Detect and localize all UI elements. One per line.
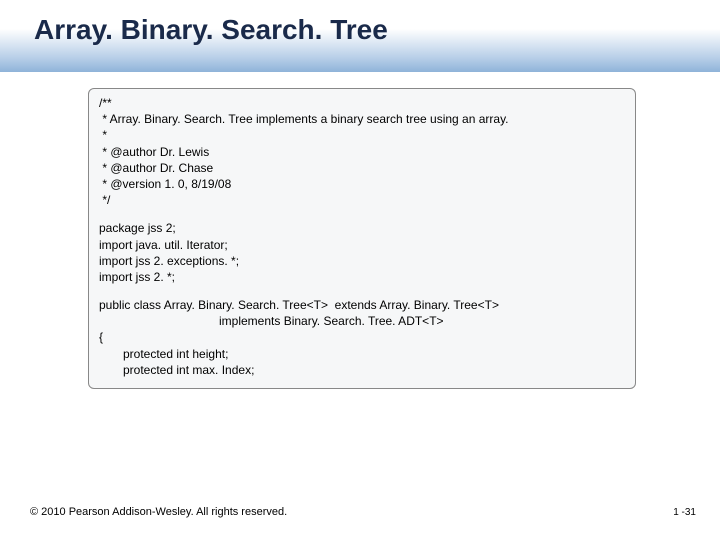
code-line: */: [99, 192, 625, 208]
code-line: implements Binary. Search. Tree. ADT<T>: [99, 313, 625, 329]
code-line: * @author Dr. Lewis: [99, 144, 625, 160]
class-definition-block: public class Array. Binary. Search. Tree…: [99, 297, 625, 378]
code-line: *: [99, 127, 625, 143]
code-line: * @version 1. 0, 8/19/08: [99, 176, 625, 192]
code-line: * @author Dr. Chase: [99, 160, 625, 176]
page-number: 1 -31: [673, 507, 696, 518]
code-line: * Array. Binary. Search. Tree implements…: [99, 111, 625, 127]
javadoc-comment-block: /** * Array. Binary. Search. Tree implem…: [99, 95, 625, 208]
code-line: /**: [99, 95, 625, 111]
copyright-text: © 2010 Pearson Addison-Wesley. All right…: [30, 506, 287, 518]
slide: Array. Binary. Search. Tree /** * Array.…: [0, 0, 720, 540]
imports-block: package jss 2; import java. util. Iterat…: [99, 220, 625, 285]
title-bar: Array. Binary. Search. Tree: [0, 0, 720, 72]
code-line: {: [99, 329, 625, 345]
code-line: import java. util. Iterator;: [99, 237, 625, 253]
code-line: protected int height;: [99, 346, 625, 362]
code-box: /** * Array. Binary. Search. Tree implem…: [88, 88, 636, 389]
code-line: protected int max. Index;: [99, 362, 625, 378]
slide-title: Array. Binary. Search. Tree: [34, 14, 720, 46]
code-line: package jss 2;: [99, 220, 625, 236]
code-line: import jss 2. *;: [99, 269, 625, 285]
code-line: import jss 2. exceptions. *;: [99, 253, 625, 269]
code-line: public class Array. Binary. Search. Tree…: [99, 297, 625, 313]
